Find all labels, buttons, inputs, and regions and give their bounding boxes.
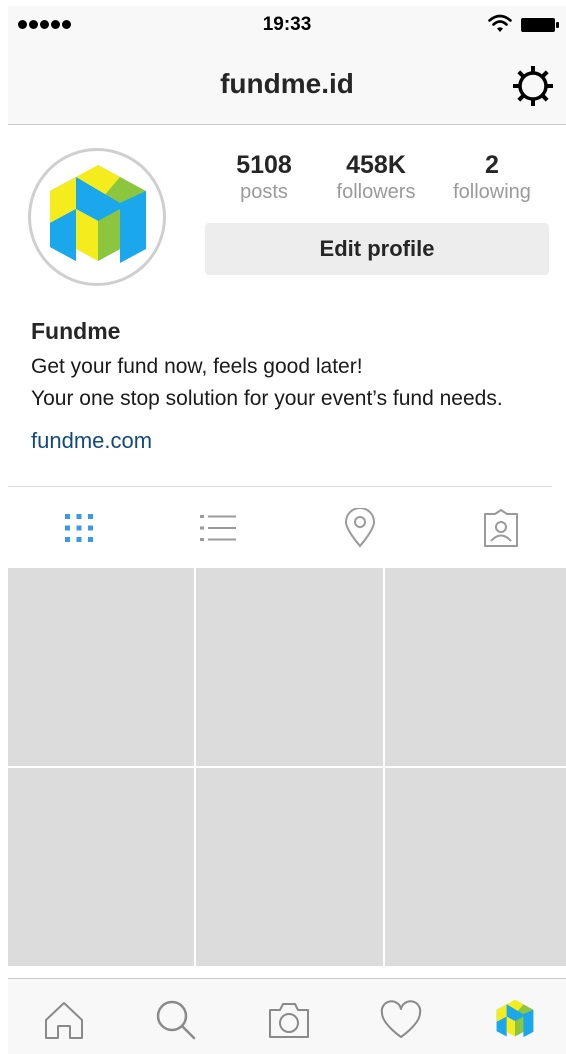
edit-profile-button[interactable]: Edit profile [205,223,549,275]
profile-name: Fundme [31,318,121,344]
posts-grid [8,568,566,966]
wifi-icon [488,14,512,32]
post-thumbnail[interactable] [8,768,194,966]
gear-icon[interactable] [511,64,555,108]
status-time: 19:33 [262,14,312,35]
grid-icon [65,514,93,542]
nav-profile[interactable] [492,997,538,1043]
followers-count: 458K [346,151,406,179]
following-label: following [453,181,531,203]
tab-tagged[interactable] [478,505,524,551]
followers-stat[interactable]: 458K followers [326,150,426,204]
location-pin-icon [344,508,376,548]
following-stat[interactable]: 2 following [444,150,540,204]
app-header: fundme.id [8,46,566,125]
divider [8,486,552,487]
tagged-person-icon [484,509,518,547]
post-thumbnail[interactable] [385,568,566,766]
posts-count: 5108 [236,151,292,179]
tab-grid[interactable] [56,505,102,551]
bio-line-1: Get your fund now, feels good later! [31,355,363,378]
post-thumbnail[interactable] [8,568,194,766]
post-thumbnail[interactable] [196,768,383,966]
page-title: fundme.id [220,68,354,99]
post-thumbnail[interactable] [196,568,383,766]
following-count: 2 [485,151,499,179]
nav-home[interactable] [41,997,87,1043]
posts-stat: 5108 posts [220,150,308,204]
home-icon [45,1002,83,1039]
heart-icon [380,1000,422,1038]
followers-label: followers [336,181,416,203]
tab-list[interactable] [195,505,241,551]
posts-label: posts [240,181,288,203]
profile-avatar-icon [496,999,534,1038]
search-icon [156,1000,196,1040]
list-icon [200,515,236,541]
bio-line-2: Your one stop solution for your event’s … [31,387,503,410]
website-link[interactable]: fundme.com [31,428,152,454]
fundme-logo-icon [50,165,146,263]
tab-location[interactable] [337,505,383,551]
battery-icon [521,18,559,32]
camera-icon [269,1003,309,1038]
nav-camera[interactable] [266,997,312,1043]
nav-search[interactable] [153,997,199,1043]
post-thumbnail[interactable] [385,768,566,966]
status-bar: 19:33 [8,6,566,46]
profile-avatar[interactable] [28,148,166,286]
nav-activity[interactable] [378,997,424,1043]
bottom-nav [8,978,566,1054]
